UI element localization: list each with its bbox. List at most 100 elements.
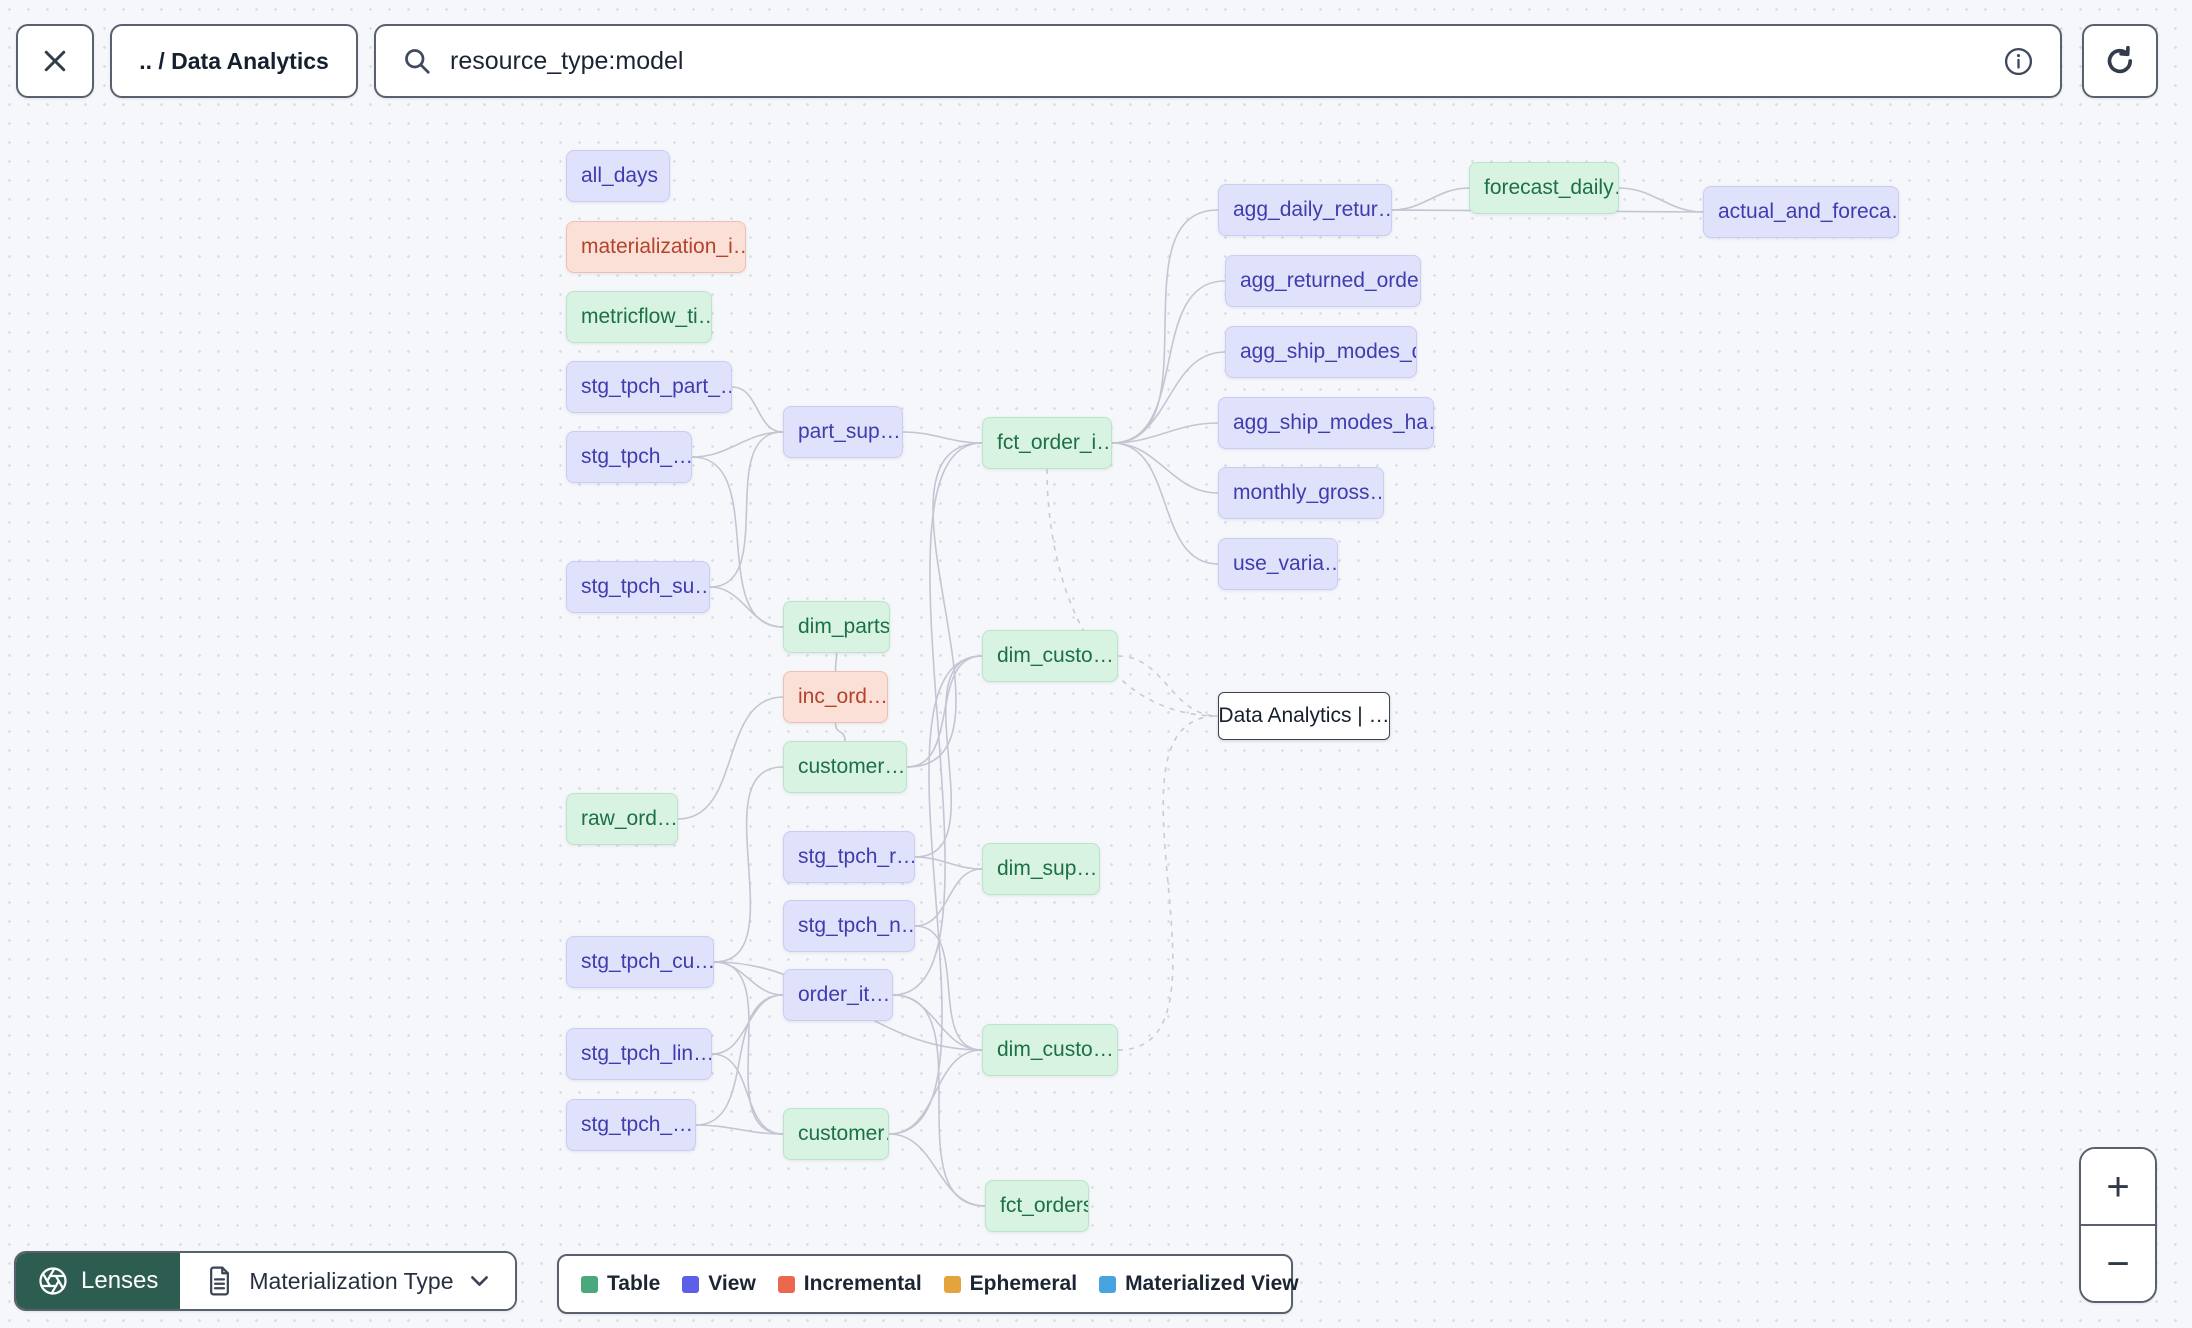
lenses-button[interactable]: Lenses xyxy=(16,1253,181,1309)
graph-node-fct_order_items[interactable]: fct_order_i… xyxy=(982,417,1112,469)
graph-edge xyxy=(709,431,784,588)
legend-label: Incremental xyxy=(803,1272,922,1295)
refresh-icon xyxy=(2107,45,2133,74)
graph-edge xyxy=(695,1124,784,1135)
close-button[interactable] xyxy=(16,24,94,98)
graph-edge xyxy=(1117,655,1219,717)
legend-item-ephemeral: Ephemeral xyxy=(943,1272,1078,1296)
zoom-in-button[interactable]: + xyxy=(2081,1149,2155,1224)
graph-node-exposure[interactable]: Data Analytics | … xyxy=(1218,692,1390,740)
document-icon xyxy=(210,1266,230,1296)
info-icon[interactable] xyxy=(2003,46,2034,77)
zoom-in-icon: + xyxy=(2106,1164,2130,1209)
graph-edge xyxy=(914,925,983,1051)
graph-node-stg_tpch_a[interactable]: stg_tpch_… xyxy=(566,431,692,483)
graph-node-agg_daily[interactable]: agg_daily_retur… xyxy=(1218,184,1392,236)
graph-node-use_varia[interactable]: use_varia… xyxy=(1218,538,1338,590)
zoom-controls: + − xyxy=(2079,1147,2157,1303)
graph-node-stg_tpch_r[interactable]: stg_tpch_r… xyxy=(783,831,915,883)
chevron-down-icon xyxy=(470,1276,488,1286)
legend: Table View Incremental Ephemeral Materialize… xyxy=(557,1254,1299,1314)
graph-node-dim_parts[interactable]: dim_parts xyxy=(783,601,890,653)
lineage-canvas[interactable]: all_days materialization_i… metricflow_ti…… xyxy=(0,0,2192,1328)
graph-node-stg_tpch_lin[interactable]: stg_tpch_lin… xyxy=(566,1028,712,1080)
graph-edge xyxy=(1111,442,1219,565)
lens-dropdown[interactable]: Materialization Type xyxy=(180,1253,515,1309)
zoom-out-icon: − xyxy=(2106,1241,2130,1286)
breadcrumb-button[interactable]: .. / Data Analytics xyxy=(110,24,358,98)
refresh-button[interactable] xyxy=(2082,24,2158,98)
graph-node-stg_tpch_a2[interactable]: stg_tpch_… xyxy=(566,1099,696,1151)
legend-item-incremental: Incremental xyxy=(777,1272,922,1296)
graph-node-customer_a[interactable]: customer… xyxy=(783,741,907,793)
graph-edge xyxy=(1117,715,1219,1051)
lens-dropdown-label: Materialization Type xyxy=(249,1267,454,1294)
graph-edge xyxy=(914,856,983,870)
graph-node-all_days[interactable]: all_days xyxy=(566,150,670,202)
graph-node-stg_tpch_su[interactable]: stg_tpch_su… xyxy=(566,561,710,613)
graph-edge xyxy=(709,586,784,628)
graph-edge xyxy=(888,1133,986,1207)
legend-item-table: Table xyxy=(581,1272,660,1296)
graph-edge xyxy=(731,386,784,433)
legend-label: Ephemeral xyxy=(969,1272,1078,1295)
graph-node-forecast_daily[interactable]: forecast_daily… xyxy=(1469,162,1619,214)
legend-swatch xyxy=(581,1275,598,1293)
graph-edge xyxy=(1391,187,1470,211)
graph-node-stg_tpch_cu[interactable]: stg_tpch_cu… xyxy=(566,936,714,988)
graph-node-agg_ship_d[interactable]: agg_ship_modes_d… xyxy=(1225,326,1417,378)
graph-edge xyxy=(888,1049,983,1135)
legend-label: Materialized View xyxy=(1125,1272,1299,1295)
graph-edge xyxy=(1111,442,1219,494)
graph-edge xyxy=(914,655,983,858)
graph-edge xyxy=(713,961,784,996)
graph-node-actual_foreca[interactable]: actual_and_foreca… xyxy=(1703,186,1899,238)
graph-edge xyxy=(1618,187,1704,213)
search-input[interactable] xyxy=(450,46,1985,76)
legend-item-materialized-view: Materialized View xyxy=(1099,1272,1299,1296)
breadcrumb-label: .. / Data Analytics xyxy=(139,47,329,74)
legend-swatch xyxy=(943,1275,961,1293)
legend-swatch xyxy=(682,1275,700,1293)
search-icon xyxy=(405,49,430,74)
legend-swatch xyxy=(777,1275,795,1293)
graph-node-inc_ord[interactable]: inc_ord… xyxy=(783,671,888,723)
graph-node-metricflow_ti[interactable]: metricflow_ti… xyxy=(566,291,712,343)
graph-node-stg_tpch_n[interactable]: stg_tpch_n… xyxy=(783,900,915,952)
graph-edge xyxy=(902,431,983,444)
lenses-label: Lenses xyxy=(81,1267,159,1294)
graph-edge xyxy=(1111,280,1226,444)
legend-label: Table xyxy=(607,1272,661,1295)
graph-edge xyxy=(914,868,983,927)
graph-edge xyxy=(906,442,983,768)
graph-node-dim_sup[interactable]: dim_sup… xyxy=(982,843,1100,895)
graph-node-dim_custo_a[interactable]: dim_custo… xyxy=(982,630,1118,682)
graph-node-materialization[interactable]: materialization_i… xyxy=(566,221,746,273)
legend-item-view: View xyxy=(682,1272,756,1296)
graph-node-monthly_gross[interactable]: monthly_gross… xyxy=(1218,467,1384,519)
graph-node-dim_custo_b[interactable]: dim_custo… xyxy=(982,1024,1118,1076)
legend-swatch xyxy=(1099,1275,1117,1293)
graph-edge xyxy=(834,652,838,672)
close-icon xyxy=(44,50,66,72)
graph-node-agg_returned[interactable]: agg_returned_orde… xyxy=(1225,255,1421,307)
graph-node-agg_ship_ha[interactable]: agg_ship_modes_ha… xyxy=(1218,397,1434,449)
graph-edge xyxy=(892,994,983,1051)
graph-edge xyxy=(1111,209,1219,444)
search-bar[interactable] xyxy=(374,24,2062,98)
graph-node-order_it[interactable]: order_it… xyxy=(783,969,893,1021)
graph-node-raw_ord[interactable]: raw_ord… xyxy=(566,793,678,845)
graph-node-customer_b[interactable]: customer… xyxy=(783,1108,889,1160)
graph-edge xyxy=(888,655,983,1135)
aperture-icon xyxy=(39,1267,67,1295)
legend-label: View xyxy=(708,1272,756,1295)
graph-node-stg_tpch_part[interactable]: stg_tpch_part_… xyxy=(566,361,732,413)
graph-edge xyxy=(691,431,784,458)
graph-node-fct_orders[interactable]: fct_orders xyxy=(985,1180,1089,1232)
zoom-out-button[interactable]: − xyxy=(2081,1226,2155,1301)
lens-selector: Lenses Materialization Type xyxy=(14,1251,517,1311)
graph-node-part_sup[interactable]: part_sup… xyxy=(783,406,903,458)
graph-edge xyxy=(834,722,846,742)
graph-edge xyxy=(713,766,784,963)
graph-edge xyxy=(677,696,784,820)
